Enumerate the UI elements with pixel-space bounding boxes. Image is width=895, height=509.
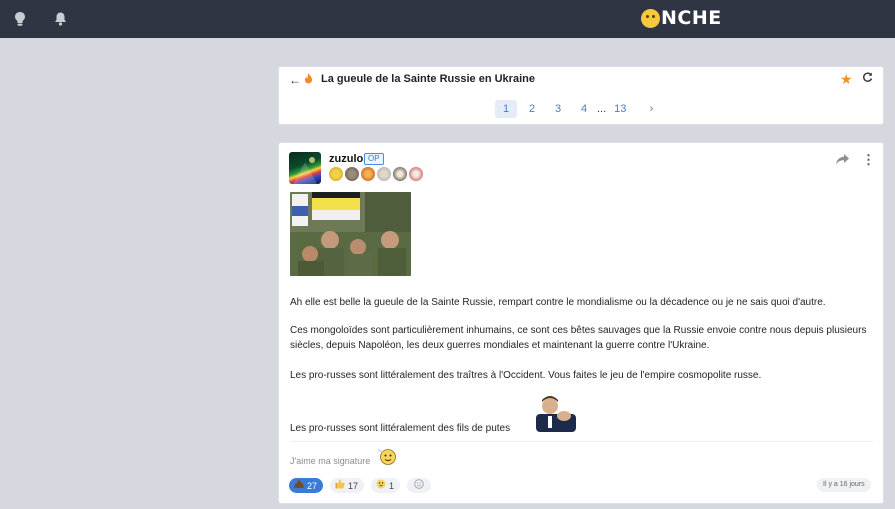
add-reaction-icon: [413, 479, 425, 492]
add-reaction-button[interactable]: [407, 478, 432, 493]
page-3-link[interactable]: 3: [547, 100, 569, 118]
face-badge-icon: [393, 167, 407, 181]
reaction-count: 27: [307, 480, 318, 491]
top-bar: NCHE: [0, 0, 895, 38]
fire-icon: [304, 73, 313, 87]
reaction-count: 1: [389, 480, 395, 491]
reaction-count: 17: [348, 480, 359, 491]
favorite-star-icon[interactable]: ★: [840, 71, 853, 88]
flame-badge-icon: [361, 167, 375, 181]
more-options-icon[interactable]: ⋮: [862, 152, 875, 168]
page-4-link[interactable]: 4: [573, 100, 595, 118]
page-1-link[interactable]: 1: [495, 100, 517, 118]
next-page-chevron-icon[interactable]: ›: [640, 100, 662, 118]
reaction-thinking[interactable]: 1: [371, 478, 401, 493]
signature-text: J'aime ma signature: [290, 456, 371, 466]
portrait-badge-icon: [377, 167, 391, 181]
topic-header: ← La gueule de la Sainte Russie en Ukrai…: [278, 66, 884, 125]
author-name[interactable]: zuzulo: [329, 153, 363, 165]
post-paragraph: Ces mongoloïdes sont particulièrement in…: [290, 325, 867, 351]
post-image[interactable]: [290, 192, 411, 276]
reaction-bar: 27 17 1: [289, 478, 432, 493]
reaction-thumbs-up[interactable]: 17: [330, 478, 365, 493]
avatar[interactable]: [289, 152, 321, 184]
logo-text: NCHE: [661, 7, 722, 29]
back-arrow-icon[interactable]: ←: [289, 73, 301, 87]
topic-title: La gueule de la Sainte Russie en Ukraine: [321, 73, 535, 85]
lightbulb-icon[interactable]: [11, 10, 29, 28]
bell-icon[interactable]: [51, 10, 69, 28]
gold-medal-badge-icon: [329, 167, 343, 181]
signature-divider: [290, 441, 873, 442]
post-paragraph: Ah elle est belle la gueule de la Sainte…: [290, 297, 826, 308]
post: zuzulo OP ⋮ Ah elle est belle la gueule …: [278, 142, 884, 504]
share-icon[interactable]: [836, 153, 849, 168]
flag-badge-icon: [409, 167, 423, 181]
thumbs-up-icon: [335, 479, 345, 492]
page-last-link[interactable]: 13: [608, 100, 632, 118]
post-paragraph: Les pro-russes sont littéralement des fi…: [290, 423, 511, 434]
op-badge: OP: [364, 153, 384, 165]
post-timestamp: Il y a 16 jours: [817, 478, 871, 492]
pagination: 1 2 3 4 ... 13 ›: [495, 100, 666, 118]
poop-icon: [294, 479, 304, 492]
refresh-icon[interactable]: [862, 72, 873, 86]
post-paragraph: Les pro-russes sont littéralement des tr…: [290, 370, 762, 381]
user-badges: [329, 167, 423, 181]
site-logo[interactable]: NCHE: [641, 7, 722, 29]
smiley-logo-icon: [641, 8, 660, 28]
thinking-icon: [376, 479, 386, 492]
character-badge-icon: [345, 167, 359, 181]
pagination-ellipsis: ...: [597, 103, 607, 115]
smiley-sticker-icon: [377, 447, 399, 465]
reaction-poop[interactable]: 27: [289, 478, 324, 493]
clapping-man-sticker: [532, 394, 580, 432]
page-2-link[interactable]: 2: [521, 100, 543, 118]
